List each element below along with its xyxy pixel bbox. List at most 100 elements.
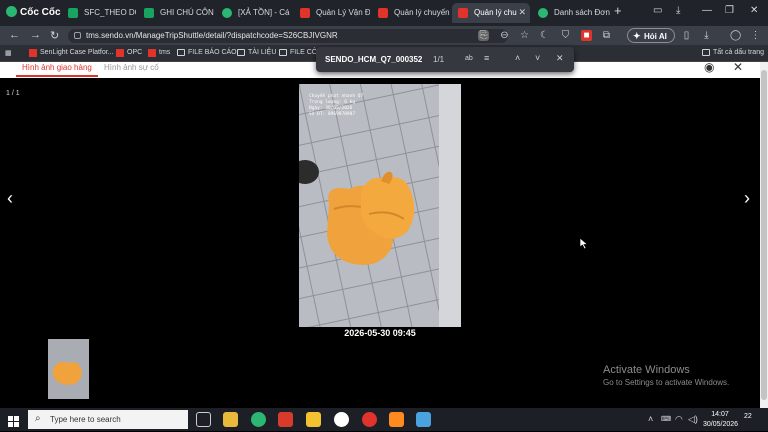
downloads-icon[interactable]: ⤓: [701, 30, 712, 41]
photo-overlay-text: Chuyển phát nhanh Q7 Trọng lượng: 6 kg N…: [309, 94, 364, 117]
site-icon: [222, 8, 232, 18]
folder-icon: [702, 49, 710, 56]
wifi-icon[interactable]: ◠: [675, 414, 683, 425]
all-bookmarks[interactable]: Tất cả dấu trang: [702, 49, 764, 56]
sendo-icon: [148, 49, 156, 57]
image-viewer: Hình ảnh giao hàng Hình ảnh sự cố ◉ ✕ 1 …: [0, 60, 760, 408]
minimize-button[interactable]: —: [702, 5, 712, 16]
ask-ai-button[interactable]: ✦ Hỏi AI: [627, 28, 675, 43]
photo-thumbnail[interactable]: [48, 339, 89, 399]
sticky-notes-icon[interactable]: [306, 412, 321, 427]
volume-icon[interactable]: ◁): [688, 414, 698, 425]
url-field[interactable]: tms.sendo.vn/ManageTripShuttle/detail/?d…: [68, 29, 508, 43]
app-icon[interactable]: [334, 412, 349, 427]
sendo-icon: [458, 8, 468, 18]
sidebar-icon[interactable]: ▯: [681, 30, 692, 41]
profile-icon[interactable]: ◯: [730, 30, 741, 41]
scrollbar-thumb[interactable]: [761, 70, 767, 400]
close-tab-icon[interactable]: ✕: [518, 7, 526, 18]
windows-start-icon[interactable]: [8, 414, 19, 427]
tab-4[interactable]: Quản lý chuyến: [372, 3, 450, 23]
delivery-photo[interactable]: Chuyển phát nhanh Q7 Trọng lượng: 6 kg N…: [299, 84, 461, 327]
download-image-icon[interactable]: ◉: [704, 60, 714, 74]
sheets-icon: [68, 8, 78, 18]
tray-chevron-icon[interactable]: ˄: [648, 414, 653, 424]
language-icon[interactable]: ⌨: [661, 415, 671, 423]
page-indicator: 1 / 1: [6, 90, 20, 97]
site-icon: [538, 8, 548, 18]
tab-6[interactable]: Danh sách Đơn: [532, 3, 610, 23]
mouse-cursor-icon: [579, 236, 589, 254]
find-count: 1/1: [433, 55, 445, 64]
address-toolbar: ← → ↻ tms.sendo.vn/ManageTripShuttle/det…: [0, 26, 768, 45]
reload-icon[interactable]: ↻: [50, 29, 59, 42]
tab-0[interactable]: SFC_THEO DÕI H: [62, 3, 136, 23]
site-info-icon[interactable]: [74, 32, 81, 39]
browser-tab-bar: Cốc Cốc SFC_THEO DÕI H GHI CHÚ CÔNG [XẢ …: [0, 0, 768, 26]
back-icon[interactable]: ←: [9, 29, 20, 41]
chat-app-icon[interactable]: [362, 412, 377, 427]
find-prev-icon[interactable]: ˄: [515, 53, 520, 63]
tab-3[interactable]: Quản Lý Vận Đơ: [294, 3, 370, 23]
tab-search-icon[interactable]: ▭: [653, 5, 662, 16]
page-scrollbar[interactable]: [760, 62, 768, 408]
sendo-icon: [300, 8, 310, 18]
bookmark-star-icon[interactable]: ☆: [519, 30, 530, 41]
zoom-icon[interactable]: ⊖: [499, 30, 510, 41]
browser-brand[interactable]: Cốc Cốc: [6, 6, 61, 18]
bookmark-item[interactable]: tms: [148, 49, 170, 57]
new-tab-button[interactable]: +: [614, 3, 622, 18]
dark-mode-icon[interactable]: ☾: [539, 30, 550, 41]
folder-icon: [237, 49, 245, 56]
sendo-icon: [378, 8, 388, 18]
search-icon: ⌕: [35, 413, 41, 424]
extension-icon[interactable]: ■: [581, 30, 592, 41]
sheets-icon: [144, 8, 154, 18]
sparkle-icon: ✦: [633, 31, 641, 41]
tab-5-active[interactable]: Quản lý chu ✕: [452, 3, 530, 23]
find-input[interactable]: SENDO_HCM_Q7_000352: [325, 55, 422, 64]
forward-icon[interactable]: →: [30, 29, 41, 41]
task-view-icon[interactable]: [196, 412, 211, 427]
app-icon[interactable]: [416, 412, 431, 427]
taskbar-search[interactable]: ⌕ Type here to search: [28, 410, 188, 429]
bookmark-folder[interactable]: TÀI LIỆU: [237, 49, 276, 56]
puzzle-icon[interactable]: ⧉: [601, 30, 612, 41]
match-case-icon[interactable]: ab: [465, 55, 473, 62]
close-viewer-icon[interactable]: ✕: [733, 60, 743, 74]
activate-windows-watermark: Activate Windows Go to Settings to activ…: [603, 364, 730, 387]
maximize-button[interactable]: ❐: [725, 5, 734, 16]
windows-taskbar: ⌕ Type here to search ˄ ⌨ ◠ ◁) 14:07 30/…: [0, 408, 768, 431]
close-window-button[interactable]: ✕: [750, 5, 758, 16]
tab-incident-images[interactable]: Hình ảnh sự cố: [104, 63, 159, 72]
tab-2[interactable]: [XẢ TỒN] - Cá P: [216, 3, 292, 23]
bookmark-item[interactable]: OPC: [116, 49, 142, 57]
tab-1[interactable]: GHI CHÚ CÔNG: [138, 3, 214, 23]
download-icon[interactable]: ⤓: [676, 5, 680, 16]
next-arrow-icon[interactable]: ›: [744, 188, 750, 209]
shield-icon[interactable]: ⛉: [560, 30, 571, 41]
prev-arrow-icon[interactable]: ‹: [7, 188, 13, 209]
tab-delivery-images[interactable]: Hình ảnh giao hàng: [16, 63, 98, 77]
menu-icon[interactable]: ⋮: [750, 30, 761, 41]
bookmark-item[interactable]: SenLight Case Platfor...: [29, 49, 114, 57]
coccoc-logo-icon: [6, 6, 17, 17]
page-action-icon[interactable]: ⎘: [478, 30, 489, 41]
sendo-icon: [116, 49, 124, 57]
find-close-icon[interactable]: ✕: [556, 53, 564, 64]
apps-icon[interactable]: ▦: [5, 49, 12, 57]
app-icon[interactable]: [389, 412, 404, 427]
wps-icon[interactable]: [278, 412, 293, 427]
file-explorer-icon[interactable]: [223, 412, 238, 427]
notification-icon[interactable]: 22: [744, 413, 758, 425]
coccoc-taskbar-icon[interactable]: [251, 412, 266, 427]
find-next-icon[interactable]: ˅: [535, 53, 540, 63]
find-options-icon[interactable]: ≡: [484, 53, 489, 63]
sendo-icon: [29, 49, 37, 57]
photo-timestamp: 2026-05-30 09:45: [344, 328, 416, 338]
find-bar: SENDO_HCM_Q7_000352 1/1 ab ≡ ˄ ˅ ✕: [316, 47, 574, 72]
folder-icon: [177, 49, 185, 56]
folder-icon: [279, 49, 287, 56]
bookmark-folder[interactable]: FILE BÁO CÁO: [177, 49, 237, 56]
taskbar-clock[interactable]: 14:07 30/05/2026: [703, 410, 738, 430]
